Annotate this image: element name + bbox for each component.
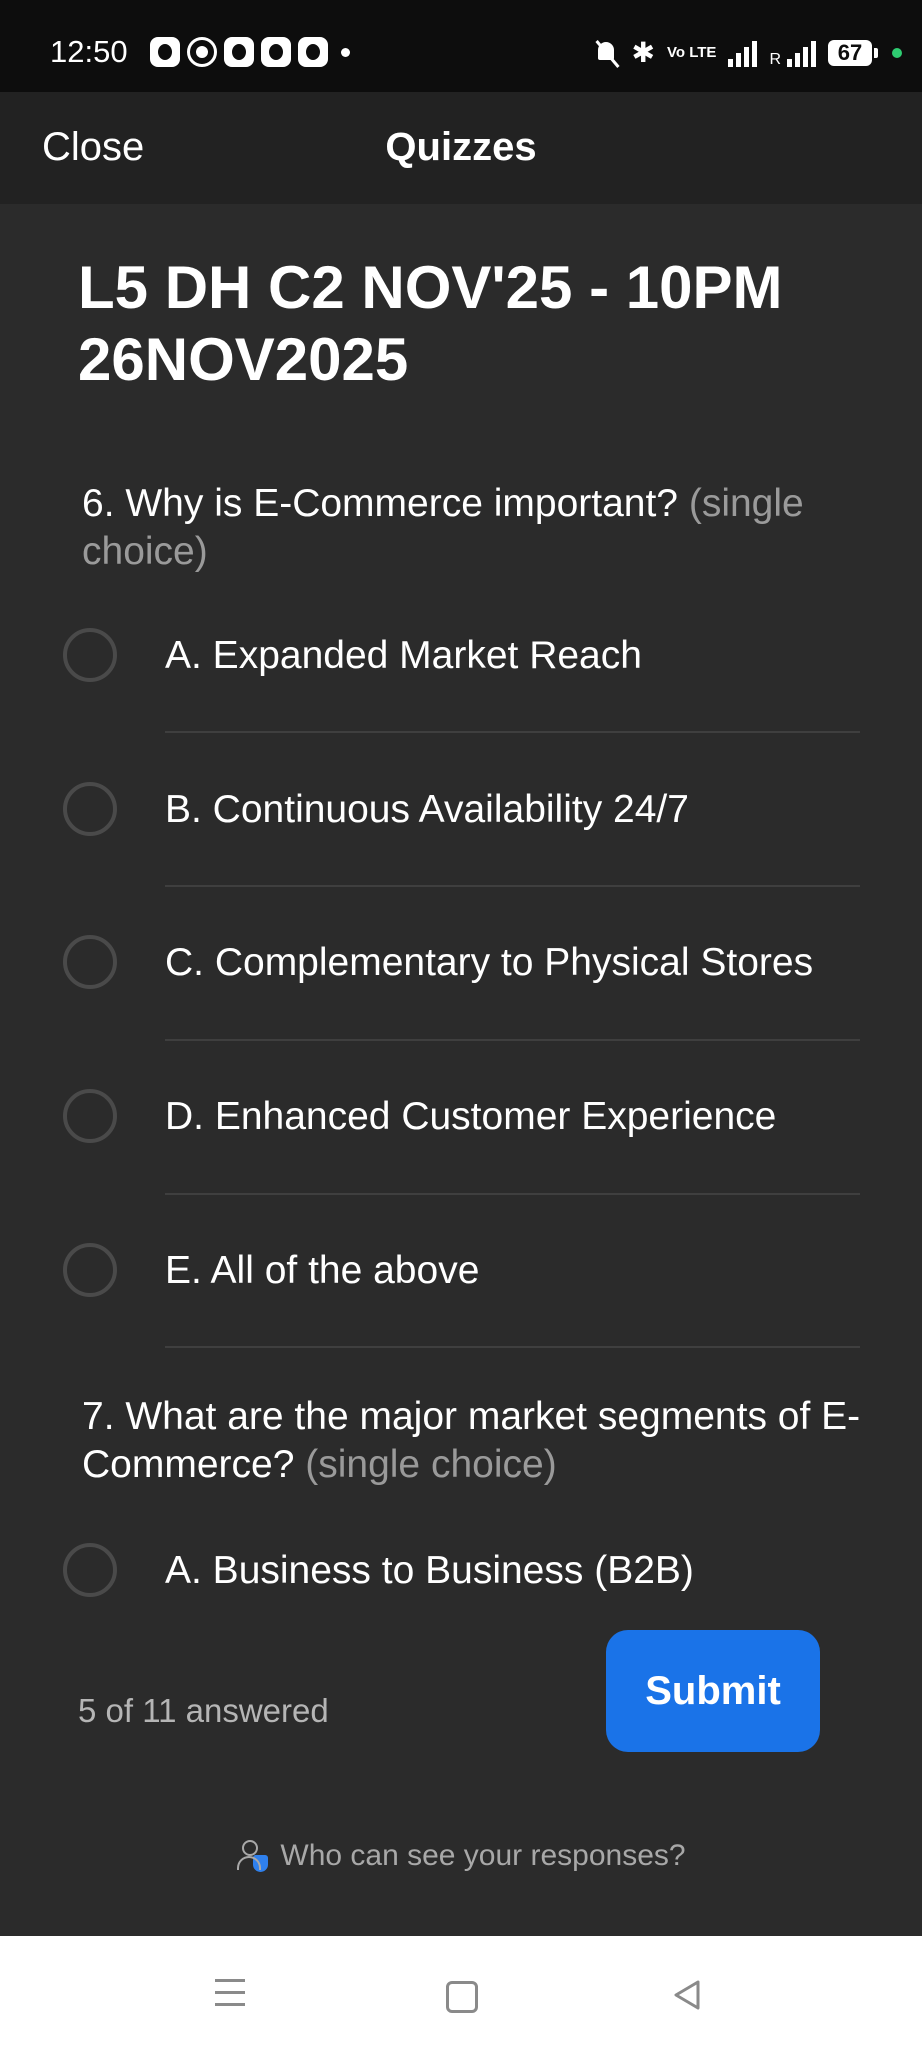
question-hint: (single choice) [305,1443,557,1486]
option-label: E. All of the above [165,1249,480,1292]
radio-button[interactable] [63,1243,117,1297]
answer-option[interactable]: C. Complementary to Physical Stores [60,929,860,1079]
radio-button[interactable] [63,628,117,682]
notification-icon [150,37,180,67]
answer-option[interactable]: E. All of the above [60,1237,860,1387]
question-text: 6. Why is E-Commerce important? (single … [82,480,872,576]
whatsapp-icon [187,37,217,67]
radio-button[interactable] [63,935,117,989]
option-label: A. Expanded Market Reach [165,634,642,677]
divider [165,885,860,887]
divider [165,1346,860,1348]
answer-option[interactable]: D. Enhanced Customer Experience [60,1083,860,1233]
notification-icon [261,37,291,67]
mute-icon [594,39,620,67]
option-label: C. Complementary to Physical Stores [165,941,814,984]
back-icon[interactable] [656,1964,716,2024]
submit-button[interactable]: Submit [606,1630,820,1752]
privacy-link-button[interactable]: Who can see your responses? [236,1838,686,1874]
roaming-label: R [769,51,781,68]
bluetooth-icon: ✱ [631,37,655,68]
app-header: Close Quizzes [0,92,922,204]
divider [165,1193,860,1195]
system-icons: ✱ Vo LTE R 67 [594,36,902,69]
signal-icon [728,39,758,67]
home-icon[interactable] [430,1964,490,2024]
privacy-link: Who can see your responses? [0,1838,922,1882]
status-bar: 12:50 ✱ Vo LTE R 67 [0,0,922,92]
divider [165,731,860,733]
divider [165,1039,860,1041]
option-label: A. Business to Business (B2B) [165,1549,694,1592]
notification-icons [150,37,350,67]
notification-icon [298,37,328,67]
privacy-indicator-dot [892,47,902,58]
option-label: D. Enhanced Customer Experience [165,1095,777,1138]
radio-button[interactable] [63,1089,117,1143]
radio-button[interactable] [63,782,117,836]
privacy-text: Who can see your responses? [280,1839,686,1872]
signal-icon [787,39,816,67]
battery-icon: 67 [828,39,878,66]
person-shield-icon [236,1838,269,1874]
menu-icon[interactable] [200,1964,260,2030]
more-notifications-dot [341,48,350,57]
quiz-title: L5 DH C2 NOV'25 - 10PM 26NOV2025 [78,254,783,393]
answered-count: 5 of 11 answered [78,1692,329,1729]
status-time: 12:50 [50,34,128,69]
option-label: B. Continuous Availability 24/7 [165,788,689,831]
answer-option[interactable]: A. Expanded Market Reach [60,622,860,772]
question-text: 7. What are the major market segments of… [82,1393,872,1489]
page-title: Quizzes [385,125,537,169]
notification-icon [224,37,254,67]
system-nav-bar [0,1936,922,2048]
radio-button[interactable] [63,1543,117,1597]
volte-icon: Vo LTE [666,43,717,61]
answer-option[interactable]: B. Continuous Availability 24/7 [60,776,860,926]
question-label: 6. Why is E-Commerce important? [82,482,678,525]
